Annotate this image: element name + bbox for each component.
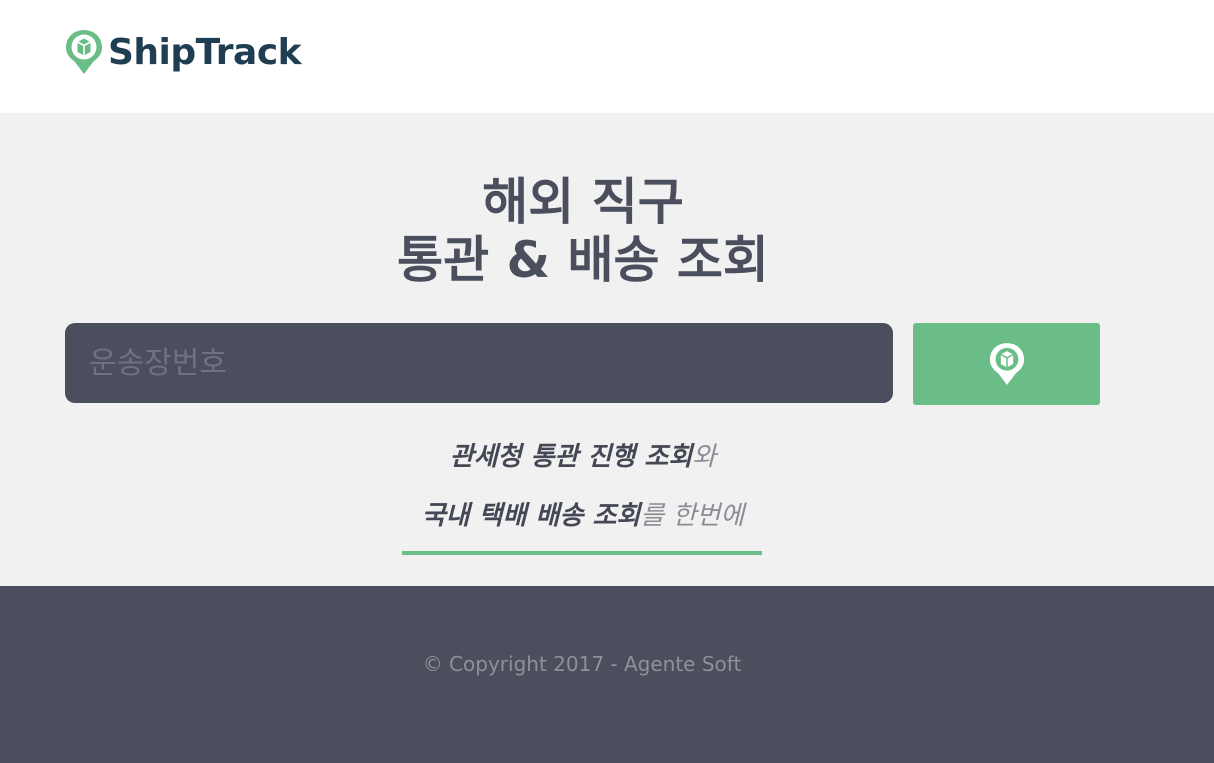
hero-section: 해외 직구 통관 & 배송 조회 관세청 통관 진행 조회와 국내 택배 배송 … (0, 113, 1214, 586)
title-line-1: 해외 직구 (482, 173, 684, 231)
site-footer: © Copyright 2017 - Agente Soft (0, 586, 1214, 763)
tagline-line-1-bold: 관세청 통관 진행 조회 (449, 442, 693, 472)
title-line-2: 통관 & 배송 조회 (397, 231, 769, 289)
tagline-line-2-rest: 를 한번에 (640, 501, 745, 531)
copyright-text: © Copyright 2017 - Agente Soft (422, 652, 742, 676)
search-button[interactable] (913, 323, 1100, 405)
page-title: 해외 직구 통관 & 배송 조회 (0, 173, 1166, 289)
logo-text: ShipTrack (108, 31, 302, 73)
map-pin-box-icon (989, 343, 1024, 385)
tracking-number-input[interactable] (65, 323, 893, 403)
site-header: ShipTrack (0, 0, 1214, 113)
tagline-line-2-bold: 국내 택배 배송 조회 (421, 501, 641, 531)
map-pin-box-icon (66, 30, 102, 74)
tagline-line-2: 국내 택배 배송 조회를 한번에 (0, 499, 1166, 533)
accent-divider (402, 551, 762, 555)
logo-link[interactable]: ShipTrack (64, 28, 302, 76)
tagline-line-1-rest: 와 (692, 442, 717, 472)
tagline-line-1: 관세청 통관 진행 조회와 (0, 440, 1166, 474)
